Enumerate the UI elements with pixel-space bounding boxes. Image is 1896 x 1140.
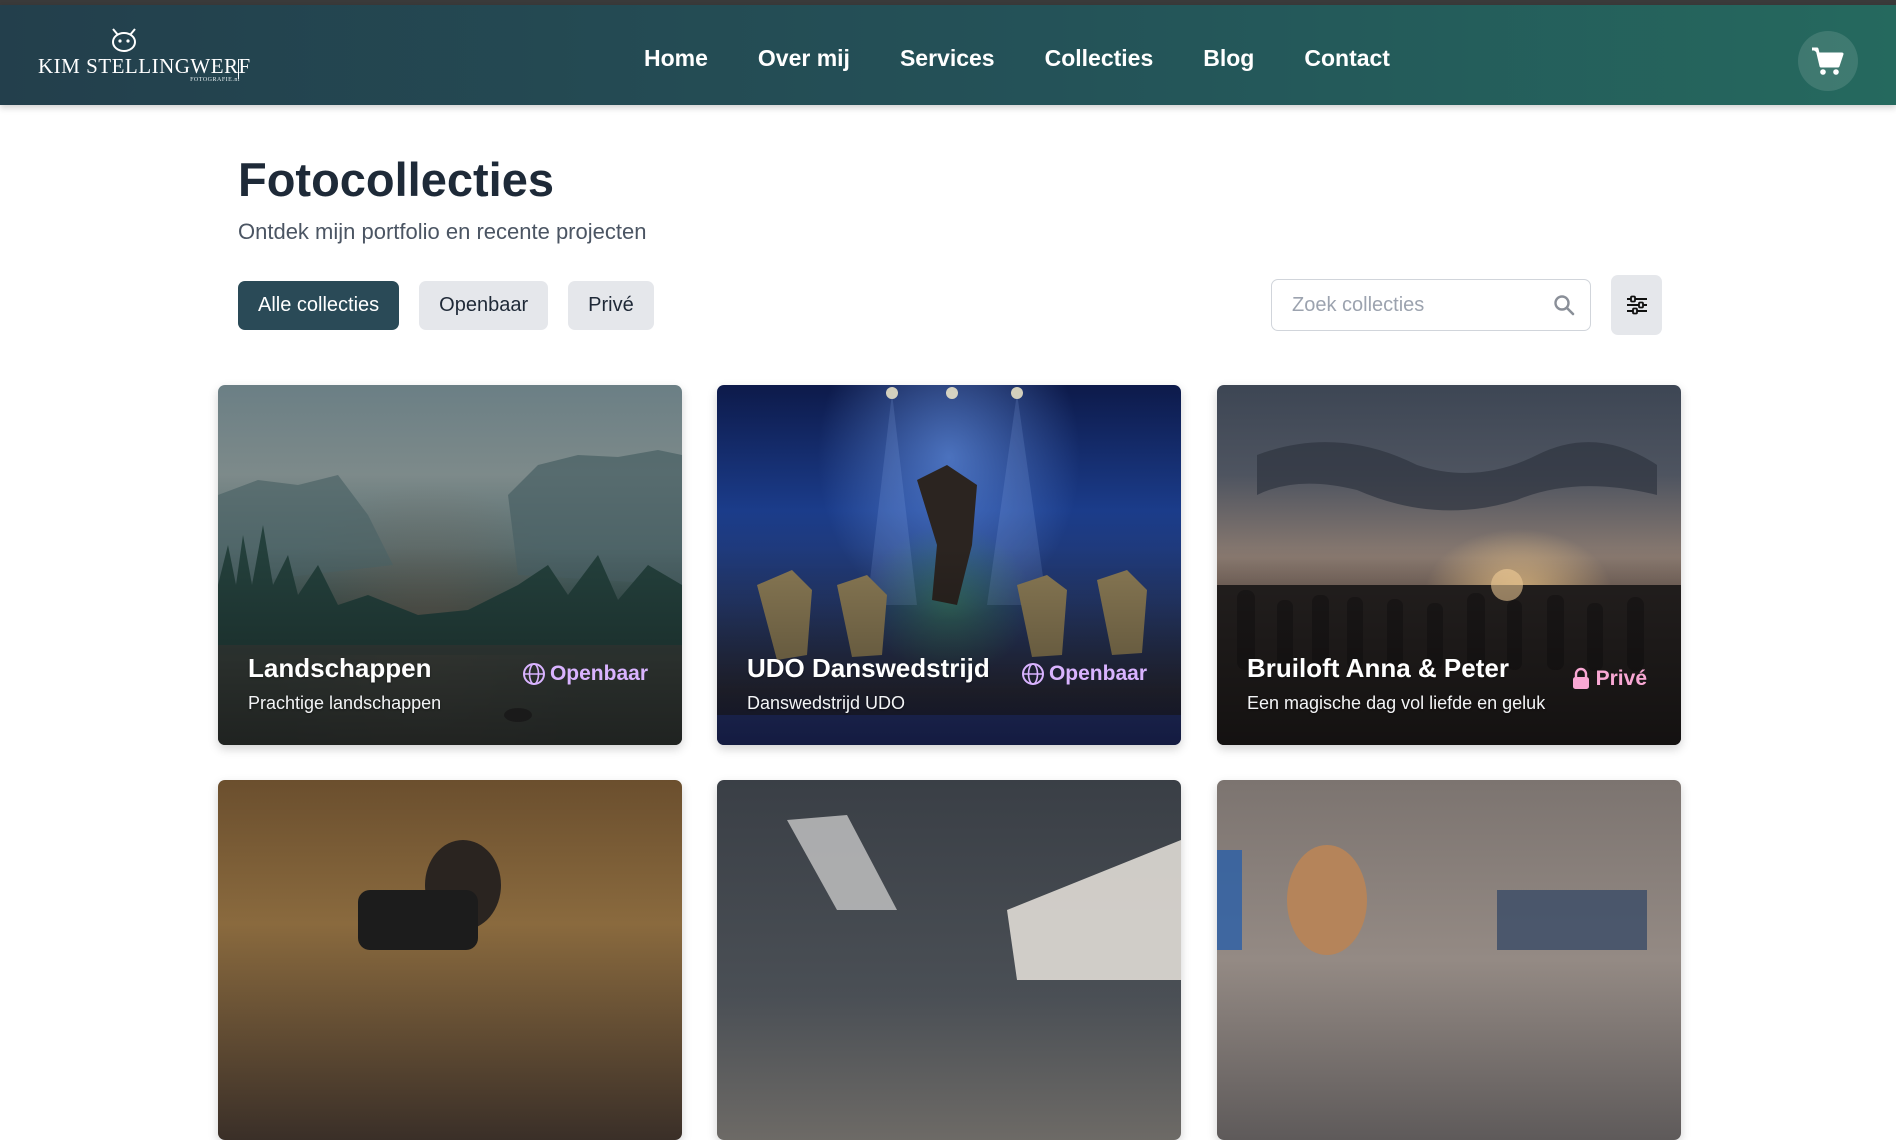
cat-logo-icon [112,28,136,52]
globe-icon [1021,663,1044,685]
main-nav: Home Over mij Services Collecties Blog C… [644,45,1390,72]
page-title: Fotocollecties [238,153,555,206]
card-title: Landschappen [248,653,432,683]
sliders-icon [1626,295,1647,315]
logo-text: KIM STELLINGWERF [38,54,251,78]
collection-card[interactable] [1217,780,1681,1140]
cart-button[interactable] [1798,31,1858,91]
collection-image [1217,780,1681,1140]
visibility-label: Privé [1595,667,1647,690]
nav-over-mij[interactable]: Over mij [758,45,850,72]
search-box [1271,279,1591,331]
card-title: Bruiloft Anna & Peter [1247,653,1509,683]
card-description: Prachtige landschappen [248,693,442,713]
card-overlay [1217,385,1681,745]
card-description: Danswedstrijd UDO [747,693,906,713]
collection-image [218,780,682,1140]
collection-card-udo-danswedstrijd[interactable]: UDO Danswedstrijd Danswedstrijd UDO Open… [717,385,1181,745]
card-overlay [717,385,1181,745]
card-description: Een magische dag vol liefde en geluk [1247,693,1546,713]
collection-card-bruiloft-anna-peter[interactable]: Bruiloft Anna & Peter Een magische dag v… [1217,385,1681,745]
nav-collecties[interactable]: Collecties [1045,45,1154,72]
filter-all-button[interactable]: Alle collecties [238,281,400,330]
collection-card[interactable] [218,780,682,1140]
visibility-label: Openbaar [1048,662,1147,685]
visibility-label: Openbaar [549,662,648,685]
shopping-cart-icon [1812,47,1844,75]
page-subtitle: Ontdek mijn portfolio en recente project… [238,219,647,244]
lock-icon [1572,667,1589,689]
nav-services[interactable]: Services [900,45,995,72]
globe-icon [522,663,545,685]
search-input[interactable] [1272,280,1542,330]
collection-card[interactable] [717,780,1181,1140]
nav-blog[interactable]: Blog [1203,45,1254,72]
visibility-badge: Openbaar [1021,662,1147,686]
visibility-badge: Privé [1570,667,1647,691]
collection-image [717,780,1181,1140]
logo-divider [238,59,239,79]
logo-subtext: FOTOGRAFIE.nl [190,77,240,83]
site-header: KIM STELLINGWERF FOTOGRAFIE.nl Home Over… [0,5,1896,105]
filter-private-button[interactable]: Privé [568,281,654,330]
site-logo[interactable]: KIM STELLINGWERF FOTOGRAFIE.nl [38,27,250,87]
collection-card-landschappen[interactable]: Landschappen Prachtige landschappen Open… [218,385,682,745]
nav-contact[interactable]: Contact [1304,45,1390,72]
filter-settings-button[interactable] [1611,275,1662,335]
collection-filters: Alle collecties Openbaar Privé [238,281,654,330]
visibility-badge: Openbaar [522,662,648,686]
card-title: UDO Danswedstrijd [747,653,990,683]
filter-public-button[interactable]: Openbaar [419,281,549,330]
card-overlay [218,385,682,745]
search-icon[interactable] [1552,293,1576,317]
nav-home[interactable]: Home [644,45,708,72]
